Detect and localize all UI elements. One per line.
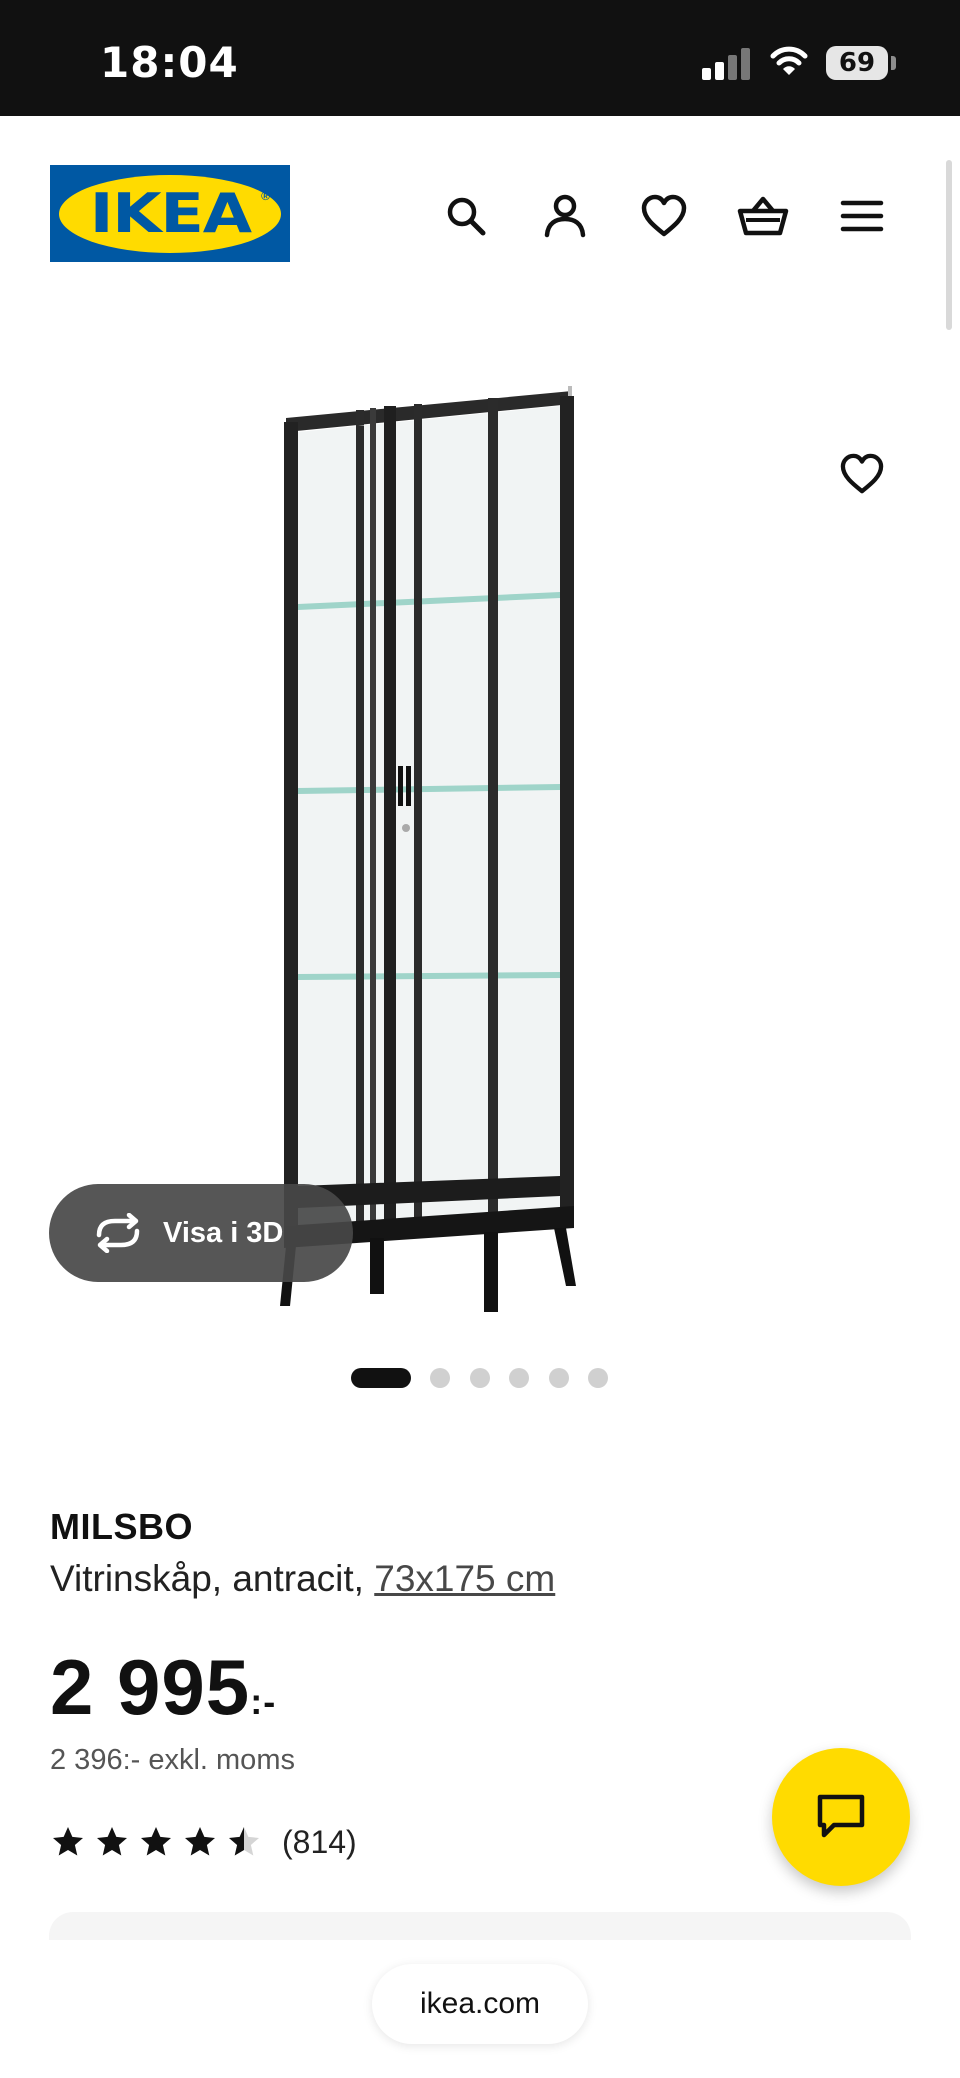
next-section-card [49,1912,911,1940]
menu-icon[interactable] [830,184,894,248]
logo-registered-mark: ® [261,189,270,203]
gallery-dot-3[interactable] [470,1368,490,1388]
status-time: 18:04 [100,38,239,87]
product-image[interactable] [270,386,690,1316]
favorites-icon[interactable] [632,184,696,248]
star-icon [53,1827,83,1856]
chat-button[interactable] [772,1748,910,1886]
product-type: Vitrinskåp, antracit, [50,1558,375,1599]
star-icon [141,1827,171,1856]
battery-cap [891,56,896,70]
price-main: 2 995 [50,1643,251,1731]
view-in-3d-label: Visa i 3D [163,1216,284,1249]
chat-icon [817,1794,865,1838]
browser-url-bar[interactable]: ikea.com [372,1964,588,2044]
product-price: 2 995:- [50,1642,276,1733]
star-icon [97,1827,127,1856]
price-excl-vat: 2 396:- exkl. moms [50,1744,295,1776]
add-to-favorites-icon[interactable] [830,442,894,506]
product-size-link[interactable]: 73x175 cm [374,1558,555,1599]
status-bar: 18:04 69 [0,0,960,116]
logo-oval: IKEA [59,174,281,253]
product-description: Vitrinskåp, antracit, 73x175 cm [50,1558,555,1600]
site-header: IKEA ® [0,116,960,316]
price-suffix: :- [250,1681,277,1722]
product-gallery[interactable]: Visa i 3D [0,316,960,1388]
signal-icon [702,48,752,80]
battery-icon: 69 [826,46,888,80]
gallery-dot-4[interactable] [509,1368,529,1388]
gallery-dot-1[interactable] [351,1368,411,1388]
view-in-3d-button[interactable]: Visa i 3D [49,1184,353,1282]
logo-text: IKEA [89,182,251,245]
cart-icon[interactable] [731,184,795,248]
browser-url: ikea.com [419,1987,541,2020]
search-icon[interactable] [434,184,498,248]
review-count[interactable]: (814) [282,1824,357,1861]
wifi-icon [770,44,808,78]
gallery-dot-6[interactable] [588,1368,608,1388]
gallery-pagination[interactable] [0,1364,960,1388]
rating-stars[interactable] [50,1822,270,1862]
star-icon [185,1827,215,1856]
account-icon[interactable] [533,184,597,248]
product-name: MILSBO [50,1506,193,1547]
gallery-dot-5[interactable] [549,1368,569,1388]
page-scrollbar[interactable] [946,160,952,330]
half-star-icon [229,1827,259,1856]
ikea-logo[interactable]: IKEA ® [50,165,290,262]
rotate-3d-icon [91,1212,145,1254]
gallery-dot-2[interactable] [430,1368,450,1388]
